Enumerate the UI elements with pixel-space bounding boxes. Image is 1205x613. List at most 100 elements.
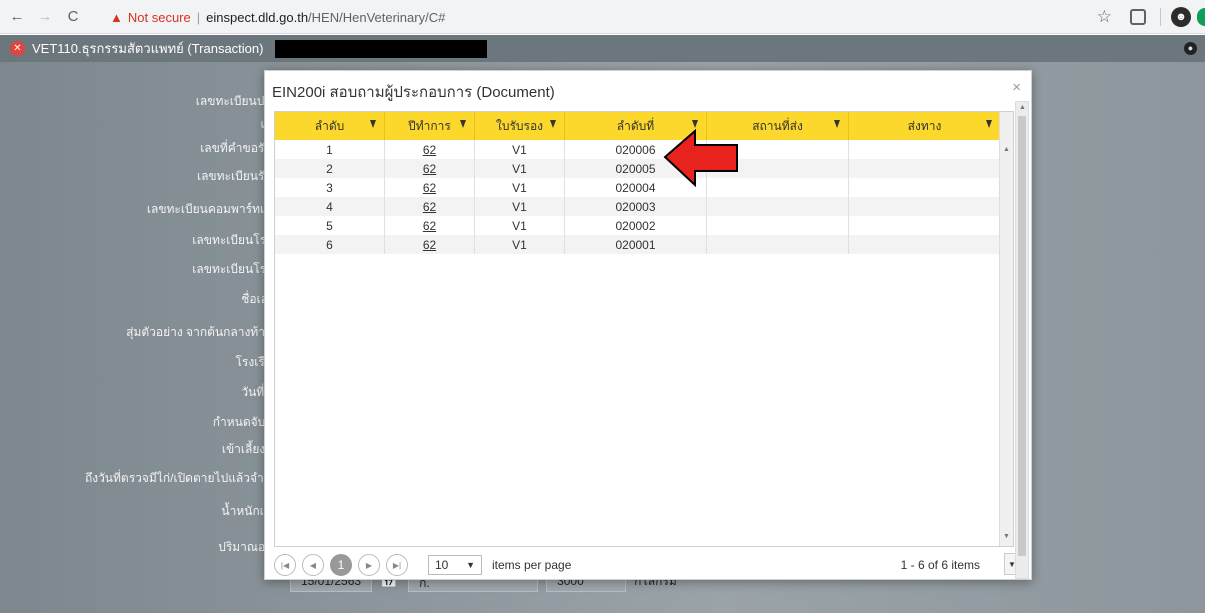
table-row[interactable]: 5 62 V1 020002 [275, 216, 1001, 235]
column-header[interactable]: ใบรับรอง [475, 112, 565, 140]
cell-order: 5 [275, 216, 385, 235]
cell-sequence: 020003 [565, 197, 707, 216]
browser-toolbar: ← → C ▲ Not secure | einspect.dld.go.th … [0, 0, 1205, 34]
cell-destination [707, 235, 849, 254]
red-arrow-annotation [663, 129, 738, 187]
cell-destination [707, 216, 849, 235]
filter-icon[interactable] [692, 120, 698, 128]
form-label: ถึงวันที่ตรวจมีไก่/เปิดตายไปแล้วจำน [84, 471, 272, 485]
extension-icon[interactable] [1130, 9, 1146, 25]
menu-circle-icon[interactable]: ● [1184, 42, 1197, 55]
url-path[interactable]: /HEN/HenVeterinary/C# [308, 10, 445, 25]
current-page-button[interactable]: 1 [330, 554, 352, 576]
cell-certificate: V1 [475, 140, 565, 159]
scroll-up-icon[interactable]: ▲ [1019, 104, 1026, 111]
column-header[interactable]: ลำดับ [275, 112, 385, 140]
column-header-label: ส่งทาง [907, 118, 942, 133]
column-header-label: ลำดับ [314, 118, 345, 133]
filter-icon[interactable] [834, 120, 840, 128]
back-icon[interactable]: ← [6, 6, 28, 28]
cell-order: 1 [275, 140, 385, 159]
table-row[interactable]: 6 62 V1 020001 [275, 235, 1001, 254]
form-label: เลขทะเบียนรับ [196, 169, 272, 183]
form-label: เลขที่คำขอรับ [200, 141, 272, 155]
redacted-block [275, 39, 488, 58]
chevron-down-icon: ▼ [466, 560, 475, 570]
scroll-down-icon[interactable]: ▼ [1003, 533, 1010, 540]
form-label: สุ่มตัวอย่าง จากต้นกลางท้าย [126, 325, 272, 339]
cell-shipping [849, 197, 1001, 216]
cell-shipping [849, 159, 1001, 178]
filter-icon[interactable] [986, 120, 992, 128]
cell-year-link[interactable]: 62 [385, 140, 475, 159]
last-page-icon[interactable]: ▶| [386, 554, 408, 576]
scroll-thumb[interactable] [1018, 116, 1026, 556]
modal-scrollbar[interactable]: ▲ [1015, 101, 1029, 579]
cell-year-link[interactable]: 62 [385, 178, 475, 197]
scroll-up-icon[interactable]: ▲ [1003, 146, 1010, 153]
grid-scrollbar[interactable]: ▲ ▼ [999, 112, 1013, 546]
cell-year-link[interactable]: 62 [385, 197, 475, 216]
table-row[interactable]: 4 62 V1 020003 [275, 197, 1001, 216]
form-labels: เลขทะเบียนปศุ เล เลขที่คำขอรับ เลขทะเบีย… [0, 35, 272, 613]
cell-order: 4 [275, 197, 385, 216]
url-host[interactable]: einspect.dld.go.th [206, 10, 308, 25]
cell-certificate: V1 [475, 216, 565, 235]
cell-certificate: V1 [475, 235, 565, 254]
column-header-label: ใบรับรอง [495, 118, 544, 133]
form-label: เลขทะเบียนปศุ [195, 94, 272, 108]
column-header-label: ลำดับที่ [616, 118, 655, 133]
form-label: เลขทะเบียนโรง [192, 233, 272, 247]
table-row[interactable]: 1 62 V1 020006 [275, 140, 1001, 159]
extension-green-icon[interactable] [1197, 8, 1205, 26]
cell-year-link[interactable]: 62 [385, 216, 475, 235]
close-icon[interactable]: × [1012, 79, 1021, 96]
cell-year-link[interactable]: 62 [385, 235, 475, 254]
bookmark-star-icon[interactable]: ☆ [1097, 7, 1112, 27]
filter-icon[interactable] [370, 120, 376, 128]
cell-sequence: 020001 [565, 235, 707, 254]
page-size-select[interactable]: 10 ▼ [428, 555, 482, 575]
reload-icon[interactable]: C [62, 6, 84, 28]
cell-order: 2 [275, 159, 385, 178]
cell-shipping [849, 235, 1001, 254]
address-divider: | [196, 9, 201, 25]
grid-pager: |◀ ◀ 1 ▶ ▶| 10 ▼ items per page 1 - 6 of… [274, 553, 1020, 577]
cell-shipping [849, 140, 1001, 159]
next-page-icon[interactable]: ▶ [358, 554, 380, 576]
first-page-icon[interactable]: |◀ [274, 554, 296, 576]
toolbar-divider [1160, 8, 1161, 26]
cell-year-link[interactable]: 62 [385, 159, 475, 178]
prev-page-icon[interactable]: ◀ [302, 554, 324, 576]
filter-icon[interactable] [460, 120, 466, 128]
column-header-label: ปีทำการ [408, 118, 451, 133]
warning-icon: ▲ [110, 9, 123, 25]
form-label: เลขทะเบียนคอมพาร์ทเม [146, 202, 272, 216]
forward-icon[interactable]: → [34, 6, 56, 28]
modal-title: EIN200i สอบถามผู้ประกอบการ (Document) [272, 84, 555, 101]
form-label: เลขทะเบียนโรง [192, 262, 272, 276]
column-header-label: สถานที่ส่ง [752, 118, 803, 133]
not-secure-label[interactable]: Not secure [128, 10, 191, 25]
table-row[interactable]: 3 62 V1 020004 [275, 178, 1001, 197]
cell-certificate: V1 [475, 197, 565, 216]
address-bar[interactable]: ▲ Not secure | einspect.dld.go.th /HEN/H… [110, 5, 445, 29]
document-modal: EIN200i สอบถามผู้ประกอบการ (Document) × … [264, 70, 1032, 580]
cell-certificate: V1 [475, 159, 565, 178]
grid-rows: 1 62 V1 020006 2 62 V1 020005 3 62 V1 02… [275, 140, 1001, 546]
filter-icon[interactable] [550, 120, 556, 128]
table-row[interactable]: 2 62 V1 020005 [275, 159, 1001, 178]
column-header[interactable]: ส่งทาง [849, 112, 1001, 140]
document-grid: ลำดับ ปีทำการ ใบรับรอง ลำดับที่ สถานที่ส… [274, 111, 1014, 547]
column-header[interactable]: ปีทำการ [385, 112, 475, 140]
profile-avatar-icon[interactable]: ☻ [1171, 7, 1191, 27]
cell-order: 6 [275, 235, 385, 254]
cell-shipping [849, 216, 1001, 235]
cell-sequence: 020002 [565, 216, 707, 235]
pager-info: 1 - 6 of 6 items [900, 558, 980, 572]
cell-order: 3 [275, 178, 385, 197]
grid-header: ลำดับ ปีทำการ ใบรับรอง ลำดับที่ สถานที่ส… [275, 112, 1001, 140]
cell-shipping [849, 178, 1001, 197]
items-per-page-label: items per page [492, 558, 572, 572]
page-size-value: 10 [435, 558, 449, 572]
